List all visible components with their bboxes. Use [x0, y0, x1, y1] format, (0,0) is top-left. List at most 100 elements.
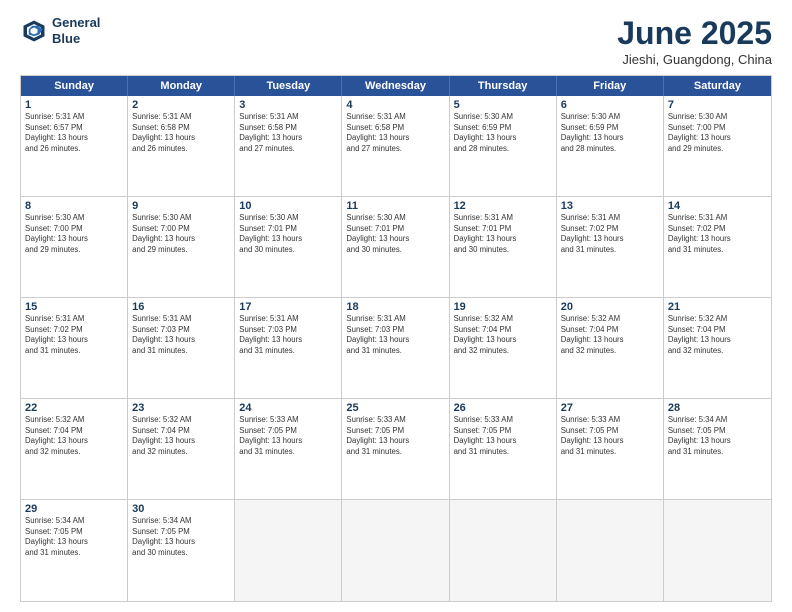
day-cell-13: 13Sunrise: 5:31 AM Sunset: 7:02 PM Dayli… — [557, 197, 664, 297]
day-info: Sunrise: 5:31 AM Sunset: 6:58 PM Dayligh… — [132, 112, 230, 154]
calendar: SundayMondayTuesdayWednesdayThursdayFrid… — [20, 75, 772, 602]
day-cell-23: 23Sunrise: 5:32 AM Sunset: 7:04 PM Dayli… — [128, 399, 235, 499]
empty-cell-4-2 — [235, 500, 342, 601]
day-info: Sunrise: 5:33 AM Sunset: 7:05 PM Dayligh… — [454, 415, 552, 457]
day-info: Sunrise: 5:33 AM Sunset: 7:05 PM Dayligh… — [561, 415, 659, 457]
logo: General Blue — [20, 15, 100, 46]
day-number: 23 — [132, 402, 230, 414]
day-info: Sunrise: 5:31 AM Sunset: 7:01 PM Dayligh… — [454, 213, 552, 255]
day-number: 21 — [668, 301, 767, 313]
day-number: 13 — [561, 200, 659, 212]
header-day-wednesday: Wednesday — [342, 76, 449, 96]
day-number: 17 — [239, 301, 337, 313]
calendar-row-0: 1Sunrise: 5:31 AM Sunset: 6:57 PM Daylig… — [21, 96, 771, 197]
day-number: 26 — [454, 402, 552, 414]
day-info: Sunrise: 5:30 AM Sunset: 6:59 PM Dayligh… — [454, 112, 552, 154]
header-day-friday: Friday — [557, 76, 664, 96]
day-info: Sunrise: 5:31 AM Sunset: 6:58 PM Dayligh… — [239, 112, 337, 154]
empty-cell-4-5 — [557, 500, 664, 601]
day-number: 22 — [25, 402, 123, 414]
day-cell-3: 3Sunrise: 5:31 AM Sunset: 6:58 PM Daylig… — [235, 96, 342, 196]
day-info: Sunrise: 5:32 AM Sunset: 7:04 PM Dayligh… — [132, 415, 230, 457]
day-info: Sunrise: 5:32 AM Sunset: 7:04 PM Dayligh… — [561, 314, 659, 356]
day-info: Sunrise: 5:31 AM Sunset: 7:03 PM Dayligh… — [132, 314, 230, 356]
day-number: 19 — [454, 301, 552, 313]
day-cell-20: 20Sunrise: 5:32 AM Sunset: 7:04 PM Dayli… — [557, 298, 664, 398]
calendar-body: 1Sunrise: 5:31 AM Sunset: 6:57 PM Daylig… — [21, 96, 771, 601]
day-number: 10 — [239, 200, 337, 212]
day-number: 20 — [561, 301, 659, 313]
day-cell-26: 26Sunrise: 5:33 AM Sunset: 7:05 PM Dayli… — [450, 399, 557, 499]
day-cell-5: 5Sunrise: 5:30 AM Sunset: 6:59 PM Daylig… — [450, 96, 557, 196]
day-number: 15 — [25, 301, 123, 313]
day-info: Sunrise: 5:33 AM Sunset: 7:05 PM Dayligh… — [346, 415, 444, 457]
day-cell-2: 2Sunrise: 5:31 AM Sunset: 6:58 PM Daylig… — [128, 96, 235, 196]
header-day-sunday: Sunday — [21, 76, 128, 96]
day-number: 9 — [132, 200, 230, 212]
day-cell-22: 22Sunrise: 5:32 AM Sunset: 7:04 PM Dayli… — [21, 399, 128, 499]
header: General Blue June 2025 Jieshi, Guangdong… — [20, 15, 772, 67]
day-info: Sunrise: 5:31 AM Sunset: 7:03 PM Dayligh… — [239, 314, 337, 356]
empty-cell-4-3 — [342, 500, 449, 601]
day-number: 5 — [454, 99, 552, 111]
day-number: 30 — [132, 503, 230, 515]
day-info: Sunrise: 5:30 AM Sunset: 7:00 PM Dayligh… — [25, 213, 123, 255]
day-cell-14: 14Sunrise: 5:31 AM Sunset: 7:02 PM Dayli… — [664, 197, 771, 297]
day-number: 11 — [346, 200, 444, 212]
day-info: Sunrise: 5:31 AM Sunset: 7:02 PM Dayligh… — [668, 213, 767, 255]
calendar-header: SundayMondayTuesdayWednesdayThursdayFrid… — [21, 76, 771, 96]
day-cell-28: 28Sunrise: 5:34 AM Sunset: 7:05 PM Dayli… — [664, 399, 771, 499]
header-day-thursday: Thursday — [450, 76, 557, 96]
day-number: 28 — [668, 402, 767, 414]
day-number: 4 — [346, 99, 444, 111]
day-cell-29: 29Sunrise: 5:34 AM Sunset: 7:05 PM Dayli… — [21, 500, 128, 601]
day-number: 25 — [346, 402, 444, 414]
day-info: Sunrise: 5:31 AM Sunset: 7:02 PM Dayligh… — [561, 213, 659, 255]
location-subtitle: Jieshi, Guangdong, China — [617, 52, 772, 67]
day-cell-7: 7Sunrise: 5:30 AM Sunset: 7:00 PM Daylig… — [664, 96, 771, 196]
day-cell-9: 9Sunrise: 5:30 AM Sunset: 7:00 PM Daylig… — [128, 197, 235, 297]
month-title: June 2025 — [617, 15, 772, 52]
day-cell-15: 15Sunrise: 5:31 AM Sunset: 7:02 PM Dayli… — [21, 298, 128, 398]
day-info: Sunrise: 5:34 AM Sunset: 7:05 PM Dayligh… — [668, 415, 767, 457]
day-info: Sunrise: 5:30 AM Sunset: 7:00 PM Dayligh… — [132, 213, 230, 255]
day-info: Sunrise: 5:32 AM Sunset: 7:04 PM Dayligh… — [668, 314, 767, 356]
day-info: Sunrise: 5:34 AM Sunset: 7:05 PM Dayligh… — [132, 516, 230, 558]
calendar-row-4: 29Sunrise: 5:34 AM Sunset: 7:05 PM Dayli… — [21, 500, 771, 601]
calendar-row-1: 8Sunrise: 5:30 AM Sunset: 7:00 PM Daylig… — [21, 197, 771, 298]
day-cell-19: 19Sunrise: 5:32 AM Sunset: 7:04 PM Dayli… — [450, 298, 557, 398]
day-info: Sunrise: 5:30 AM Sunset: 6:59 PM Dayligh… — [561, 112, 659, 154]
empty-cell-4-4 — [450, 500, 557, 601]
day-cell-4: 4Sunrise: 5:31 AM Sunset: 6:58 PM Daylig… — [342, 96, 449, 196]
day-cell-24: 24Sunrise: 5:33 AM Sunset: 7:05 PM Dayli… — [235, 399, 342, 499]
day-info: Sunrise: 5:31 AM Sunset: 6:58 PM Dayligh… — [346, 112, 444, 154]
day-info: Sunrise: 5:33 AM Sunset: 7:05 PM Dayligh… — [239, 415, 337, 457]
page: General Blue June 2025 Jieshi, Guangdong… — [0, 0, 792, 612]
calendar-row-2: 15Sunrise: 5:31 AM Sunset: 7:02 PM Dayli… — [21, 298, 771, 399]
day-cell-12: 12Sunrise: 5:31 AM Sunset: 7:01 PM Dayli… — [450, 197, 557, 297]
day-number: 7 — [668, 99, 767, 111]
day-number: 18 — [346, 301, 444, 313]
day-number: 27 — [561, 402, 659, 414]
empty-cell-4-6 — [664, 500, 771, 601]
day-cell-21: 21Sunrise: 5:32 AM Sunset: 7:04 PM Dayli… — [664, 298, 771, 398]
logo-icon — [20, 17, 48, 45]
day-info: Sunrise: 5:30 AM Sunset: 7:01 PM Dayligh… — [239, 213, 337, 255]
day-number: 6 — [561, 99, 659, 111]
header-day-monday: Monday — [128, 76, 235, 96]
day-number: 14 — [668, 200, 767, 212]
day-number: 1 — [25, 99, 123, 111]
day-number: 8 — [25, 200, 123, 212]
calendar-row-3: 22Sunrise: 5:32 AM Sunset: 7:04 PM Dayli… — [21, 399, 771, 500]
day-number: 12 — [454, 200, 552, 212]
day-cell-1: 1Sunrise: 5:31 AM Sunset: 6:57 PM Daylig… — [21, 96, 128, 196]
day-cell-6: 6Sunrise: 5:30 AM Sunset: 6:59 PM Daylig… — [557, 96, 664, 196]
day-info: Sunrise: 5:32 AM Sunset: 7:04 PM Dayligh… — [25, 415, 123, 457]
day-info: Sunrise: 5:31 AM Sunset: 7:03 PM Dayligh… — [346, 314, 444, 356]
header-day-tuesday: Tuesday — [235, 76, 342, 96]
day-number: 3 — [239, 99, 337, 111]
day-cell-27: 27Sunrise: 5:33 AM Sunset: 7:05 PM Dayli… — [557, 399, 664, 499]
day-number: 24 — [239, 402, 337, 414]
day-cell-17: 17Sunrise: 5:31 AM Sunset: 7:03 PM Dayli… — [235, 298, 342, 398]
day-info: Sunrise: 5:34 AM Sunset: 7:05 PM Dayligh… — [25, 516, 123, 558]
